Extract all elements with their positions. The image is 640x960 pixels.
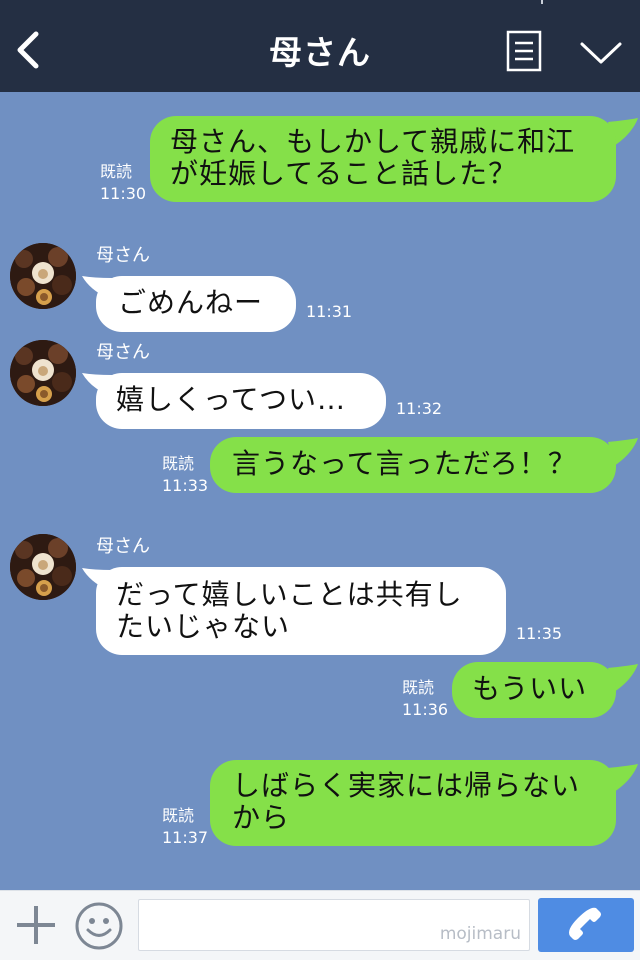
received-message-bubble[interactable]: ごめんねー xyxy=(96,276,296,332)
read-label: 既読 xyxy=(402,678,435,697)
smiley-icon xyxy=(75,902,123,950)
message-text-line: から xyxy=(232,801,291,834)
message-text-line: しばらく実家には帰らない xyxy=(232,769,581,802)
message-text-line: が妊娠してること話した？ xyxy=(170,157,518,190)
chocolate-avatar-icon xyxy=(10,243,76,309)
message-time: 11:32 xyxy=(396,399,443,418)
message-text-line: たいじゃない xyxy=(116,610,291,643)
sender-name: 母さん xyxy=(96,536,150,557)
message-text-line: もういい xyxy=(472,672,588,705)
sticker-button[interactable] xyxy=(74,901,124,951)
plus-icon xyxy=(17,906,55,944)
chat-header: 母さん xyxy=(0,0,640,92)
message-input[interactable] xyxy=(139,900,529,950)
message-input-container: mojimaru xyxy=(138,899,530,951)
sent-message-bubble[interactable]: 言うなって言っただろ！？ xyxy=(210,437,616,493)
list-icon xyxy=(506,30,542,72)
read-receipt: 既読 11:30 xyxy=(100,162,146,204)
message-text-line: だって嬉しいことは共有し xyxy=(116,578,463,611)
chevron-down-icon xyxy=(580,42,622,64)
read-receipt: 既読 11:36 xyxy=(402,678,448,720)
status-bar-fragment xyxy=(541,0,543,4)
call-button[interactable] xyxy=(538,898,634,952)
message-text-line: 言うなって言っただろ！？ xyxy=(232,447,577,480)
message-time: 11:36 xyxy=(402,700,449,719)
chocolate-avatar-icon xyxy=(10,534,76,600)
read-label: 既読 xyxy=(162,454,195,473)
sender-name: 母さん xyxy=(96,245,150,266)
avatar[interactable] xyxy=(10,534,76,600)
add-attachment-button[interactable] xyxy=(14,903,58,947)
message-text-line: 嬉しくってつい… xyxy=(116,383,347,416)
message-input-bar: mojimaru xyxy=(0,890,640,960)
message-time: 11:30 xyxy=(100,184,147,203)
received-message-bubble[interactable]: だって嬉しいことは共有し たいじゃない xyxy=(96,567,506,655)
menu-button[interactable] xyxy=(506,30,542,72)
chat-title: 母さん xyxy=(269,33,371,72)
sent-message-bubble[interactable]: 母さん、もしかして親戚に和江 が妊娠してること話した？ xyxy=(150,116,616,202)
collapse-button[interactable] xyxy=(578,36,624,68)
message-time: 11:31 xyxy=(306,302,353,321)
message-text-line: ごめんねー xyxy=(118,286,264,319)
sender-name: 母さん xyxy=(96,342,150,363)
sent-message-bubble[interactable]: もういい xyxy=(452,662,616,718)
chocolate-avatar-icon xyxy=(10,340,76,406)
avatar[interactable] xyxy=(10,340,76,406)
phone-icon xyxy=(569,907,601,940)
read-label: 既読 xyxy=(100,162,133,181)
sent-message-bubble[interactable]: しばらく実家には帰らない から xyxy=(210,760,616,846)
message-time: 11:35 xyxy=(516,624,563,643)
read-receipt: 既読 11:37 xyxy=(162,806,208,848)
message-time: 11:33 xyxy=(162,476,209,495)
read-label: 既読 xyxy=(162,806,195,825)
chevron-left-icon xyxy=(17,31,39,69)
message-text-line: 母さん、もしかして親戚に和江 xyxy=(170,125,576,158)
read-receipt: 既読 11:33 xyxy=(162,454,208,496)
received-message-bubble[interactable]: 嬉しくってつい… xyxy=(96,373,386,429)
back-button[interactable] xyxy=(12,28,48,72)
message-time: 11:37 xyxy=(162,828,209,847)
avatar[interactable] xyxy=(10,243,76,309)
